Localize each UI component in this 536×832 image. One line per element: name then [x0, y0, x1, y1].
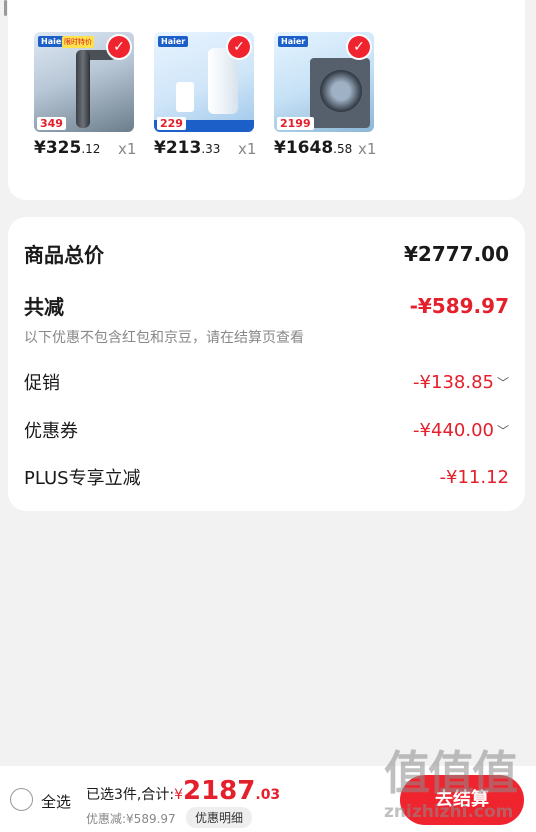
chevron-down-icon[interactable]: ﹀: [497, 374, 509, 391]
product-price: ¥325.12: [34, 138, 100, 158]
water-purifier-image: [208, 48, 238, 114]
product-quantity: x1: [238, 140, 257, 158]
promotion-row[interactable]: 促销 -¥138.85 ﹀: [24, 369, 509, 395]
chevron-down-icon[interactable]: ﹀: [497, 422, 509, 439]
total-reduction-label: 共减: [24, 295, 64, 319]
promotion-label: 促销: [24, 373, 60, 394]
total-currency: ¥: [174, 787, 183, 803]
price-integer: ¥325: [34, 138, 82, 158]
product-quantity: x1: [358, 140, 377, 158]
product-price: ¥1648.58: [274, 138, 352, 158]
discount-amount: 优惠减:¥589.97: [86, 812, 176, 826]
coupon-row[interactable]: 优惠券 -¥440.00 ﹀: [24, 417, 509, 443]
checkout-button[interactable]: 去结算: [400, 775, 524, 825]
thumbnail-price-badge: 2199: [277, 117, 314, 130]
product-thumbnail[interactable]: Haier ✓ 229: [154, 32, 254, 132]
promo-tag: 限时特价: [62, 36, 94, 48]
faucet-body-image: [76, 50, 90, 128]
coupon-amount: -¥440.00: [413, 419, 494, 441]
promotion-amount: -¥138.85: [413, 371, 494, 393]
total-integer: 2187: [183, 776, 256, 806]
total-reduction-value: -¥589.97: [409, 293, 509, 318]
thumbnail-price-badge: 349: [37, 117, 66, 130]
product-quantity: x1: [118, 140, 137, 158]
select-all-label[interactable]: 全选: [41, 791, 71, 812]
selected-count-text: 已选3件,合计:: [86, 787, 175, 803]
total-price-label: 商品总价: [24, 243, 104, 267]
discount-detail-button[interactable]: 优惠明细: [186, 807, 253, 828]
checkout-bar: 全选 已选3件,合计: ¥ 2187 .03 优惠减:¥589.97 优惠明细 …: [0, 766, 536, 832]
check-icon[interactable]: ✓: [108, 36, 130, 58]
plus-discount-value: -¥11.12: [439, 466, 509, 488]
total-reduction-row: 共减 -¥589.97: [24, 291, 509, 320]
products-card: Haier 限时特价 ✓ 349 ¥325.12 x1 Haier ✓ 229 …: [8, 0, 525, 200]
product-thumbnail[interactable]: Haier ✓ 2199: [274, 32, 374, 132]
total-price-row: 商品总价 ¥2777.00: [24, 239, 509, 268]
brand-tag: Haier: [158, 36, 189, 47]
scroll-indicator: [4, 0, 7, 16]
selected-total: 已选3件,合计: ¥ 2187 .03: [86, 776, 280, 806]
thumbnail-price-badge: 229: [157, 117, 186, 130]
plus-discount-row: PLUS专享立减 -¥11.12: [24, 464, 509, 490]
price-summary-card: 商品总价 ¥2777.00 共减 -¥589.97 以下优惠不包含红包和京豆，请…: [8, 217, 525, 511]
product-list: Haier 限时特价 ✓ 349 ¥325.12 x1 Haier ✓ 229 …: [34, 32, 376, 158]
plus-discount-label: PLUS专享立减: [24, 468, 141, 489]
product-item[interactable]: Haier ✓ 229 ¥213.33 x1: [154, 32, 256, 158]
price-decimal: .12: [81, 142, 101, 156]
discount-note: 以下优惠不包含红包和京豆，请在结算页查看: [24, 330, 304, 346]
product-price: ¥213.33: [154, 138, 220, 158]
check-icon[interactable]: ✓: [348, 36, 370, 58]
promotion-value: -¥138.85 ﹀: [413, 372, 509, 393]
product-item[interactable]: Haier ✓ 2199 ¥1648.58 x1: [274, 32, 376, 158]
price-decimal: .33: [201, 142, 221, 156]
price-integer: ¥1648: [274, 138, 334, 158]
price-decimal: .58: [333, 142, 353, 156]
total-price-value: ¥2777.00: [403, 241, 509, 266]
select-all-radio[interactable]: [10, 788, 33, 811]
coupon-value: -¥440.00 ﹀: [413, 420, 509, 441]
total-decimal: .03: [255, 787, 281, 803]
brand-tag: Haier: [278, 36, 309, 47]
product-item[interactable]: Haier 限时特价 ✓ 349 ¥325.12 x1: [34, 32, 136, 158]
product-thumbnail[interactable]: Haier 限时特价 ✓ 349: [34, 32, 134, 132]
washer-door-image: [320, 70, 362, 112]
price-integer: ¥213: [154, 138, 202, 158]
check-icon[interactable]: ✓: [228, 36, 250, 58]
coupon-label: 优惠券: [24, 421, 78, 442]
filter-image: [176, 82, 194, 112]
